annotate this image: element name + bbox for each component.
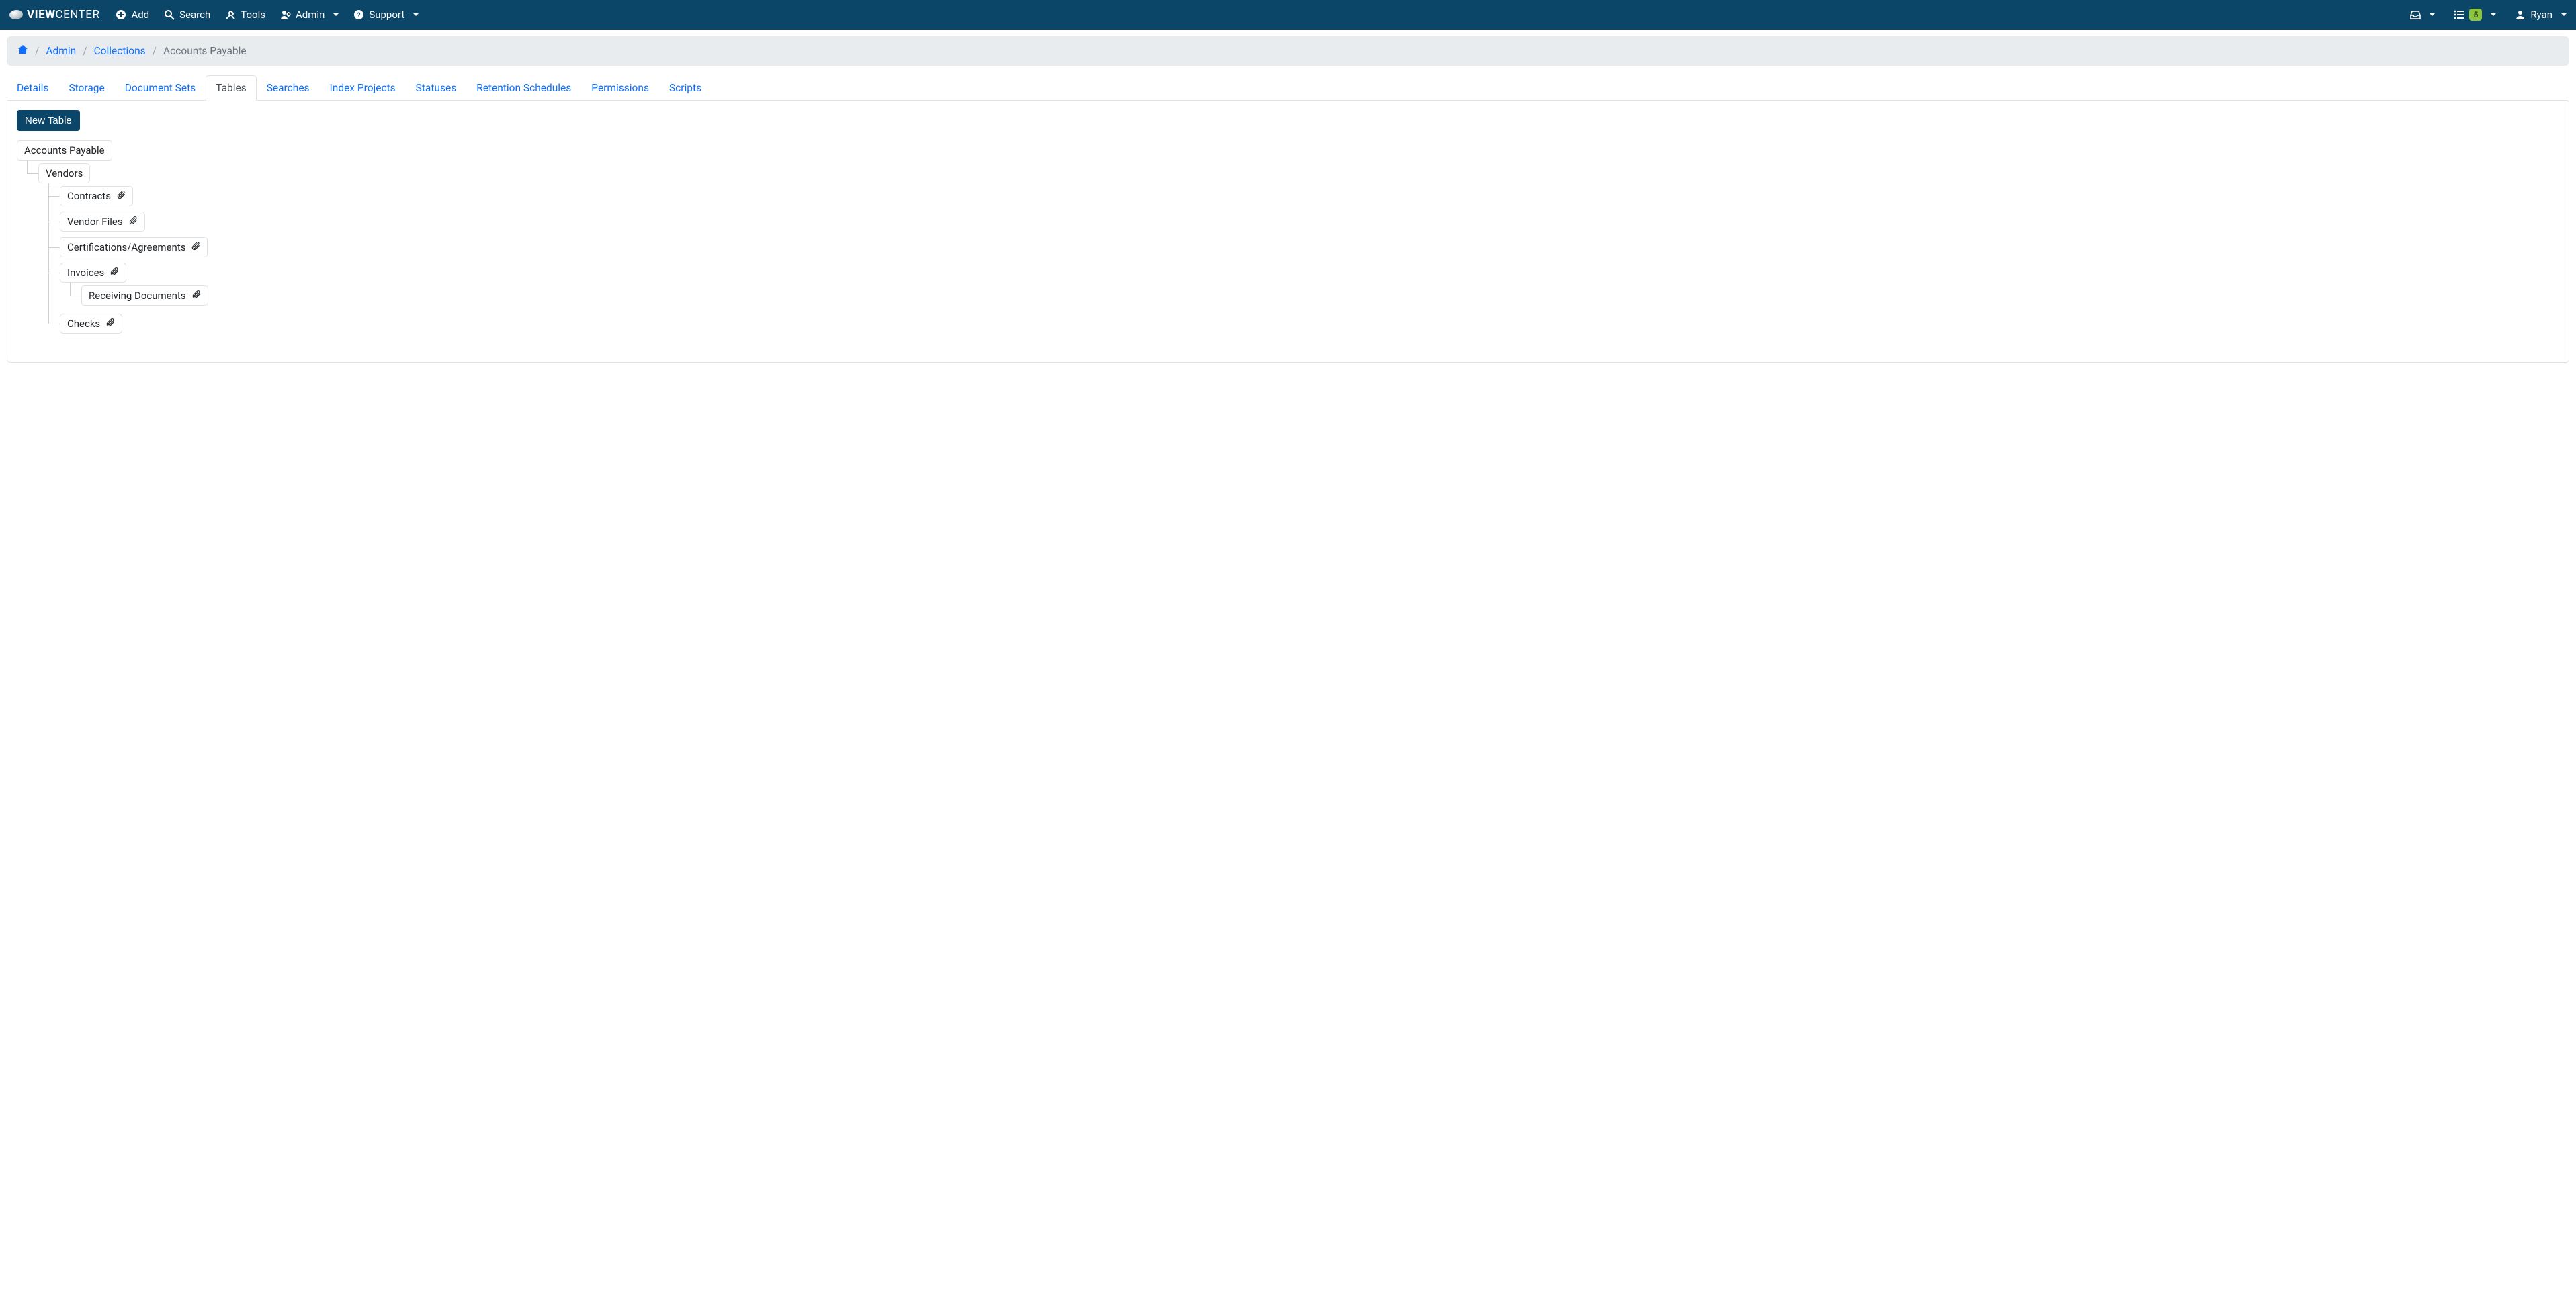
tab-permissions[interactable]: Permissions [581,75,659,101]
tools-icon [225,9,236,20]
nav-user-menu[interactable]: Ryan [2515,9,2567,21]
brand-text: VIEWCENTER [27,8,99,21]
queue-count-badge: 5 [2469,9,2482,21]
breadcrumb-admin[interactable]: Admin [46,45,76,57]
tree-node-checks[interactable]: Checks [60,314,122,334]
tab-tables[interactable]: Tables [206,75,257,101]
tree-node-certs[interactable]: Certifications/Agreements [60,237,208,257]
tree-node-label: Certifications/Agreements [67,241,185,253]
tab-strip: Details Storage Document Sets Tables Sea… [7,75,2569,100]
top-navbar: VIEWCENTER Add Search Tools Admin ? Supp… [0,0,2576,30]
tree-node-label: Checks [67,318,100,330]
brand-icon [9,10,23,19]
breadcrumb-sep: / [35,45,39,57]
tree-node-label: Vendor Files [67,216,123,228]
tree-node-vendor-files[interactable]: Vendor Files [60,212,145,232]
paperclip-icon [191,289,201,302]
tree-node-label: Contracts [67,190,111,202]
tab-index-projects[interactable]: Index Projects [320,75,406,101]
tree-node-vendors[interactable]: Vendors [38,163,90,183]
nav-support-label: Support [369,9,404,21]
nav-queue[interactable]: 5 [2454,9,2496,21]
tree-node-receiving[interactable]: Receiving Documents [81,285,208,306]
table-tree: Accounts Payable Vendors Contracts [17,138,2559,342]
user-icon [2515,9,2526,20]
home-icon [17,44,28,55]
tab-panel-tables: New Table Accounts Payable Vendors C [7,100,2569,363]
help-icon: ? [353,9,364,20]
nav-tools[interactable]: Tools [225,9,265,21]
nav-admin[interactable]: Admin [280,9,339,21]
paperclip-icon [191,241,200,253]
paperclip-icon [105,318,115,330]
nav-admin-label: Admin [296,9,325,21]
tree-node-root[interactable]: Accounts Payable [17,140,112,161]
nav-links-left: Add Search Tools Admin ? Support [116,9,419,21]
svg-text:?: ? [357,12,361,19]
breadcrumb-sep: / [83,45,87,57]
tab-document-sets[interactable]: Document Sets [115,75,206,101]
brand-logo[interactable]: VIEWCENTER [9,8,99,21]
breadcrumb-current: Accounts Payable [163,45,247,57]
tab-storage[interactable]: Storage [58,75,114,101]
breadcrumb-sep: / [153,45,157,57]
list-icon [2454,9,2464,20]
search-icon [164,9,175,20]
paperclip-icon [128,216,138,228]
paperclip-icon [110,267,119,279]
admin-user-icon [280,9,291,20]
nav-links-right: 5 Ryan [2410,9,2567,21]
inbox-icon [2410,9,2421,20]
nav-add-label: Add [131,9,149,21]
nav-add[interactable]: Add [116,9,149,21]
breadcrumb-collections[interactable]: Collections [94,45,146,57]
tab-details[interactable]: Details [7,75,58,101]
tree-node-label: Accounts Payable [24,144,105,157]
nav-inbox[interactable] [2410,9,2435,20]
tab-statuses[interactable]: Statuses [406,75,467,101]
nav-support[interactable]: ? Support [353,9,419,21]
nav-search[interactable]: Search [164,9,210,21]
new-table-button[interactable]: New Table [17,110,80,131]
nav-search-label: Search [179,9,210,21]
tree-node-contracts[interactable]: Contracts [60,186,133,206]
paperclip-icon [116,190,126,202]
tab-retention[interactable]: Retention Schedules [466,75,581,101]
breadcrumb-home[interactable] [17,44,28,58]
tree-node-label: Receiving Documents [89,289,186,302]
tree-node-invoices[interactable]: Invoices [60,263,126,283]
nav-user-name: Ryan [2530,9,2552,21]
tab-scripts[interactable]: Scripts [659,75,712,101]
tree-node-label: Vendors [46,167,83,179]
breadcrumb: / Admin / Collections / Accounts Payable [7,36,2569,66]
tree-node-label: Invoices [67,267,104,279]
tab-searches[interactable]: Searches [257,75,320,101]
plus-circle-icon [116,9,126,20]
nav-tools-label: Tools [241,9,265,21]
